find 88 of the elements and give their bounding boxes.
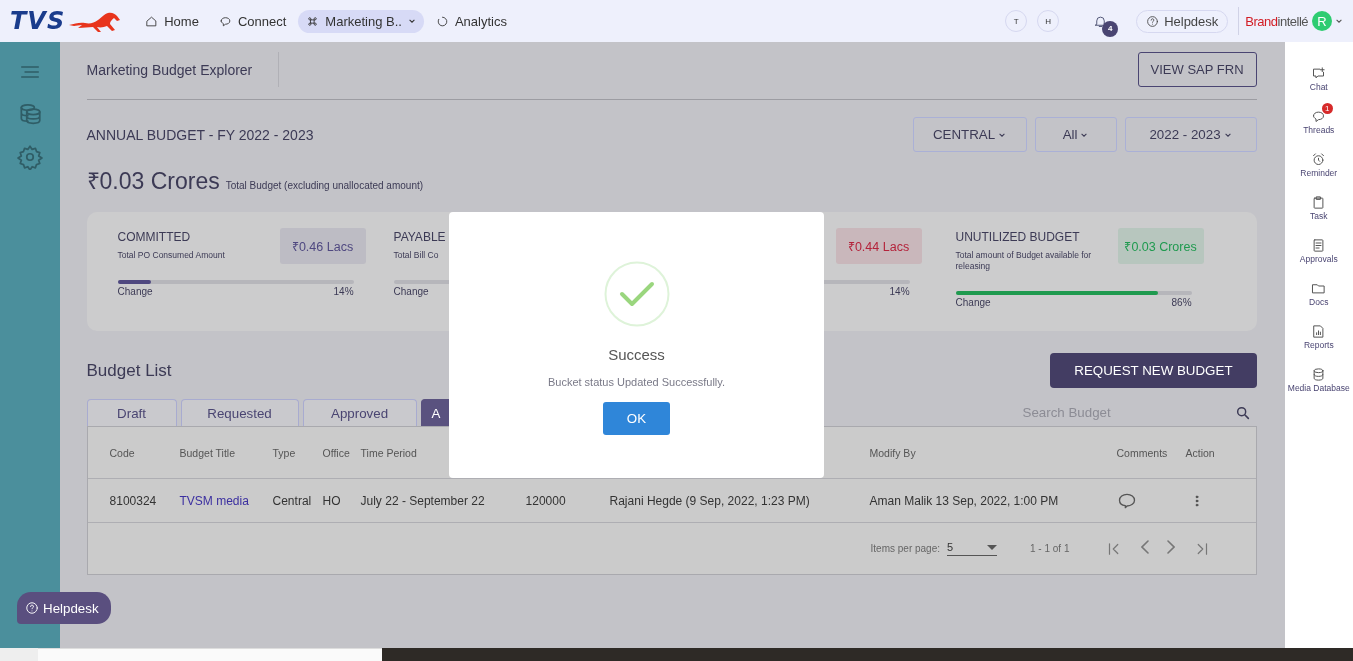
metric-title: PAYABLE xyxy=(393,230,447,244)
metric-value: ₹0.03 Crores xyxy=(1117,228,1204,264)
dialog-title: Success xyxy=(608,346,665,363)
change-label: Change xyxy=(117,286,153,297)
database-icon xyxy=(1311,367,1327,382)
metric-title: COMMITTED xyxy=(117,230,192,244)
rail-badge: 1 xyxy=(1321,103,1333,114)
nav-tab[interactable]: Marketing B.. xyxy=(298,9,424,33)
metric-description: Total PO Consumed Amount xyxy=(117,250,226,262)
table-cell-text: HO xyxy=(322,493,342,508)
table-cell-text: Central xyxy=(272,493,313,508)
rail-item[interactable]: Chat xyxy=(1301,60,1336,92)
page-size-select[interactable]: 5 xyxy=(947,541,997,556)
change-label: Change xyxy=(393,286,429,297)
help-icon xyxy=(1146,14,1160,28)
table-cell-text: July 22 - September 22 xyxy=(360,493,486,508)
change-label: Change xyxy=(955,297,991,308)
rail-item[interactable]: Media Database xyxy=(1287,361,1350,393)
nav-tab[interactable]: Home xyxy=(137,9,207,33)
column-header: Code xyxy=(109,446,136,459)
metric-value: ₹0.46 Lacs xyxy=(279,228,366,264)
dropdown-arrow-icon xyxy=(987,544,997,550)
clipboard-icon xyxy=(1311,195,1327,210)
percent-label: 86% xyxy=(1171,297,1192,308)
brand-logo: TVS xyxy=(10,7,66,35)
rail-item[interactable]: Task xyxy=(1301,189,1336,221)
speech-bubble-icon xyxy=(218,14,232,28)
metric-description: Total amount of Budget available for releasing xyxy=(955,250,1093,273)
nav-tab[interactable]: Analytics xyxy=(427,9,515,33)
filter-dropdown[interactable]: CENTRAL xyxy=(912,117,1027,152)
chevron-right-icon xyxy=(1167,539,1176,554)
total-note: Total Budget (excluding unallocated amount) xyxy=(225,180,424,191)
status-tab[interactable]: Requested xyxy=(180,399,299,426)
column-header: Comments xyxy=(1116,446,1169,459)
status-tab[interactable]: Approved xyxy=(302,399,417,426)
column-header: Action xyxy=(1185,446,1216,459)
settings-icon xyxy=(16,144,43,170)
report-icon xyxy=(1311,324,1327,339)
status-tab[interactable]: Draft xyxy=(86,399,177,426)
metric-value: ₹0.44 Lacs xyxy=(835,228,922,264)
column-header: Budget Title xyxy=(179,446,236,459)
percent-label: 14% xyxy=(889,286,910,297)
chat-add-icon xyxy=(1311,66,1327,81)
rail-item[interactable]: Reminder xyxy=(1300,146,1338,178)
rail-item[interactable]: Approvals xyxy=(1299,232,1338,264)
notification-count: 4 xyxy=(1102,20,1119,37)
rail-item[interactable]: Reports xyxy=(1301,318,1336,350)
page-range: 1 - 1 of 1 xyxy=(1030,543,1070,554)
help-icon xyxy=(25,601,39,615)
table-cell-text: 8100324 xyxy=(109,493,158,508)
section-title: ANNUAL BUDGET - FY 2022 - 2023 xyxy=(86,126,314,143)
alarm-clock-icon xyxy=(1311,152,1327,167)
command-icon xyxy=(306,14,320,28)
column-header: Office xyxy=(322,446,351,459)
budget-title-link[interactable]: TVSM media xyxy=(179,493,273,508)
loading-ring-icon xyxy=(435,14,449,28)
column-header: Time Period xyxy=(360,446,418,459)
chevron-left-icon xyxy=(1141,539,1150,554)
success-check-icon xyxy=(603,261,670,327)
page-title: Marketing Budget Explorer xyxy=(86,52,280,87)
filter-dropdown[interactable]: All xyxy=(1034,117,1117,152)
list-title: Budget List xyxy=(86,360,172,381)
nav-tab[interactable]: Connect xyxy=(210,9,295,33)
total-budget: ₹0.03 Crores xyxy=(86,167,220,196)
column-header: Modify By xyxy=(869,446,917,459)
folder-icon xyxy=(1311,281,1327,296)
percent-label: 14% xyxy=(333,286,354,297)
items-per-page-label: Items per page: xyxy=(870,543,940,554)
product-logo: Brandintellé xyxy=(1245,13,1308,29)
home-icon xyxy=(145,14,159,28)
table-cell-text: Rajani Hegde (9 Sep, 2022, 1:23 PM) xyxy=(609,493,811,508)
view-sap-button[interactable]: VIEW SAP FRN xyxy=(1137,52,1257,87)
rail-item[interactable]: Docs xyxy=(1301,275,1336,307)
rail-item[interactable]: 1 Threads xyxy=(1301,103,1336,135)
metric-title: UNUTILIZED BUDGET xyxy=(955,230,1081,244)
dropdown-caret-icon xyxy=(1335,17,1343,25)
filter-dropdown[interactable]: 2022 - 2023 xyxy=(1124,117,1257,152)
document-icon xyxy=(1311,238,1327,253)
request-budget-button[interactable]: REQUEST NEW BUDGET xyxy=(1050,353,1257,388)
ok-button[interactable]: OK xyxy=(603,402,670,435)
column-header: Type xyxy=(272,446,297,459)
helpdesk-button[interactable]: Helpdesk xyxy=(17,592,111,624)
dialog-message: Bucket status Updated Successfully. xyxy=(547,376,726,388)
table-cell-text: 120000 xyxy=(525,493,567,508)
search-icon xyxy=(1234,404,1251,421)
table-cell-text: Aman Malik 13 Sep, 2022, 1:00 PM xyxy=(869,493,1060,508)
speech-bubble-icon xyxy=(1311,109,1327,124)
metric-description: Total Bill Co xyxy=(393,250,440,262)
